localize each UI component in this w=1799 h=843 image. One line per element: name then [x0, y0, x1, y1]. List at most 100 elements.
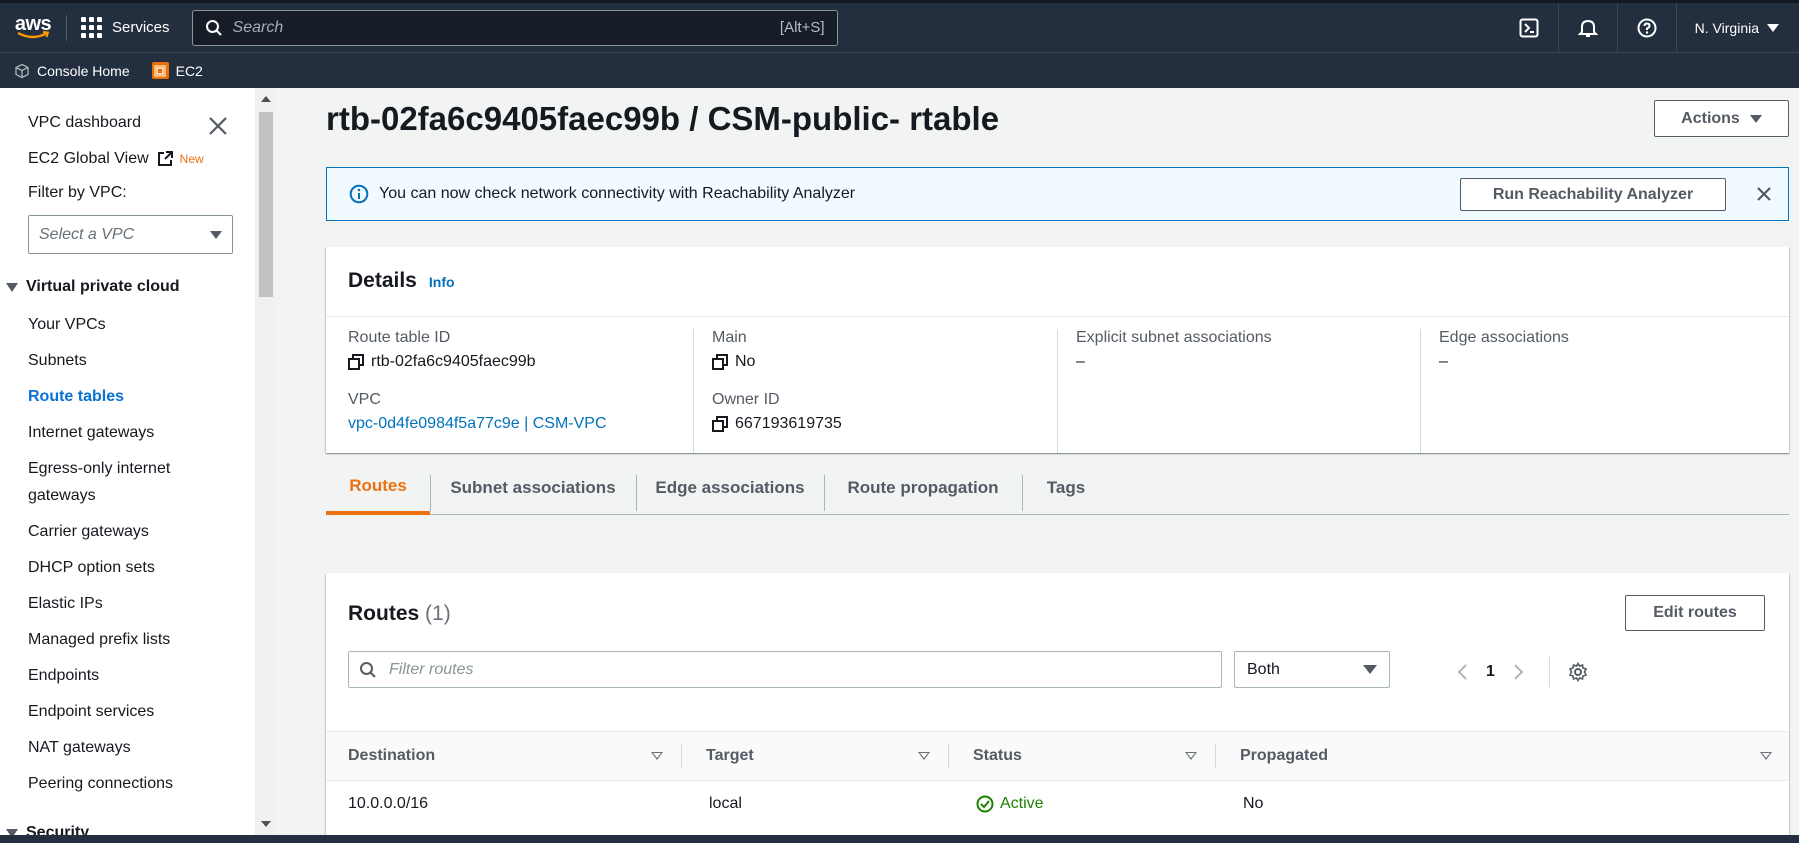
- sidebar-item-egress-only-gateways-line2[interactable]: gateways: [28, 487, 96, 505]
- sidebar-item-managed-prefix-lists[interactable]: Managed prefix lists: [28, 631, 170, 649]
- sidebar-item-egress-only-gateways[interactable]: Egress-only internet: [28, 460, 170, 478]
- tab-tags[interactable]: Tags: [1022, 461, 1110, 515]
- aws-logo[interactable]: aws: [12, 11, 54, 45]
- cloudshell-button[interactable]: [1500, 3, 1559, 52]
- run-reachability-analyzer-button[interactable]: Run Reachability Analyzer: [1460, 178, 1726, 211]
- sidebar-item-subnets[interactable]: Subnets: [28, 352, 87, 370]
- explicit-subnet-label: Explicit subnet associations: [1076, 329, 1272, 346]
- grid-icon: [81, 17, 102, 38]
- check-circle-icon: [976, 795, 994, 813]
- tab-subnet-associations[interactable]: Subnet associations: [430, 461, 636, 515]
- routes-table-header: Destination Target Status Propagated: [326, 731, 1789, 781]
- copy-icon[interactable]: [712, 416, 728, 432]
- services-label: Services: [112, 19, 170, 36]
- sort-icon[interactable]: [1760, 752, 1772, 760]
- caret-down-icon: [210, 230, 222, 239]
- bell-icon: [1577, 19, 1598, 37]
- sidebar-item-ec2-global-view[interactable]: EC2 Global View New: [28, 150, 204, 168]
- sidebar-item-endpoints[interactable]: Endpoints: [28, 667, 99, 685]
- section-security[interactable]: Security: [6, 824, 89, 835]
- sidebar-item-your-vpcs[interactable]: Your VPCs: [28, 316, 106, 334]
- edge-associations-label: Edge associations: [1439, 329, 1569, 346]
- scrollbar-thumb[interactable]: [259, 112, 273, 297]
- routes-header: Routes (1): [348, 602, 451, 626]
- sidebar-item-peering-connections[interactable]: Peering connections: [28, 775, 173, 793]
- vpc-filter-select[interactable]: Select a VPC: [28, 215, 233, 254]
- sidebar-item-nat-gateways[interactable]: NAT gateways: [28, 739, 131, 757]
- sidebar-item-endpoint-services[interactable]: Endpoint services: [28, 703, 154, 721]
- cell-target[interactable]: local: [709, 795, 742, 813]
- favorite-console-home[interactable]: Console Home: [14, 63, 130, 79]
- tab-routes[interactable]: Routes: [326, 461, 430, 515]
- region-selector[interactable]: N. Virginia: [1677, 20, 1799, 36]
- propagation-filter-select[interactable]: Both: [1234, 651, 1390, 688]
- notifications-button[interactable]: [1559, 3, 1618, 52]
- smile-icon: [17, 31, 50, 39]
- cell-destination: 10.0.0.0/16: [348, 795, 429, 812]
- sidebar-scrollbar[interactable]: [256, 88, 276, 835]
- pager-divider: [1548, 657, 1550, 687]
- details-header: Details Info: [348, 269, 455, 293]
- sort-icon[interactable]: [651, 752, 663, 760]
- routes-title: Routes: [348, 602, 420, 625]
- edit-routes-button[interactable]: Edit routes: [1625, 595, 1765, 631]
- bottom-bar: [0, 835, 1799, 843]
- help-button[interactable]: [1618, 3, 1677, 52]
- services-menu-button[interactable]: Services: [81, 17, 170, 38]
- caret-down-icon: [1767, 23, 1779, 32]
- gear-icon[interactable]: [1568, 662, 1588, 682]
- favorite-label: Console Home: [37, 62, 130, 79]
- external-link-icon: [157, 151, 173, 166]
- filter-by-vpc-label: Filter by VPC:: [28, 184, 127, 201]
- search-placeholder: Search: [232, 18, 284, 36]
- actions-button[interactable]: Actions: [1654, 100, 1789, 137]
- collapse-icon: [6, 282, 18, 292]
- column-header-target[interactable]: Target: [706, 732, 754, 780]
- vpc-label: VPC: [348, 391, 381, 408]
- cell-status: Active: [976, 795, 1044, 813]
- sidebar-item-carrier-gateways[interactable]: Carrier gateways: [28, 523, 149, 541]
- section-title: Security: [26, 824, 90, 835]
- sidebar-item-elastic-ips[interactable]: Elastic IPs: [28, 595, 103, 613]
- vpc-link[interactable]: vpc-0d4fe0984f5a77c9e | CSM-VPC: [348, 415, 698, 433]
- close-icon[interactable]: [206, 114, 230, 138]
- sidebar-item-dhcp-option-sets[interactable]: DHCP option sets: [28, 559, 155, 577]
- sort-icon[interactable]: [1185, 752, 1197, 760]
- chevron-left-icon[interactable]: [1456, 663, 1468, 681]
- details-title: Details: [348, 269, 417, 292]
- filter-routes-input[interactable]: Filter routes: [348, 651, 1222, 688]
- owner-id-row: 667193619735: [712, 415, 1062, 433]
- copy-icon[interactable]: [348, 354, 364, 370]
- sidebar-item-vpc-dashboard[interactable]: VPC dashboard: [28, 114, 141, 132]
- banner-text: You can now check network connectivity w…: [379, 185, 856, 202]
- sidebar-item-internet-gateways[interactable]: Internet gateways: [28, 424, 154, 442]
- caret-down-icon: [1363, 665, 1377, 674]
- top-right-controls: N. Virginia: [1500, 3, 1799, 52]
- sidebar-item-route-tables[interactable]: Route tables: [28, 388, 124, 406]
- tab-edge-associations[interactable]: Edge associations: [636, 461, 824, 515]
- column-header-propagated[interactable]: Propagated: [1240, 732, 1328, 780]
- tab-route-propagation[interactable]: Route propagation: [824, 461, 1022, 515]
- sort-icon[interactable]: [918, 752, 930, 760]
- search-shortcut: [Alt+S]: [779, 19, 825, 36]
- nav-divider: [66, 14, 67, 41]
- column-header-status[interactable]: Status: [973, 732, 1022, 780]
- favorite-label: EC2: [175, 62, 203, 79]
- close-icon[interactable]: [1755, 185, 1773, 203]
- favorite-ec2[interactable]: EC2: [151, 62, 203, 79]
- column-header-destination[interactable]: Destination: [348, 732, 435, 780]
- divider: [326, 316, 1789, 317]
- page-number[interactable]: 1: [1486, 663, 1495, 681]
- info-link[interactable]: Info: [429, 274, 455, 290]
- scroll-up-icon[interactable]: [261, 96, 271, 102]
- scroll-down-icon[interactable]: [261, 821, 271, 827]
- info-banner: You can now check network connectivity w…: [326, 167, 1789, 221]
- button-label: Edit routes: [1653, 604, 1737, 621]
- column-divider: [693, 329, 694, 453]
- global-search-input[interactable]: Search [Alt+S]: [191, 9, 838, 46]
- section-virtual-private-cloud[interactable]: Virtual private cloud: [6, 278, 180, 296]
- chevron-right-icon[interactable]: [1513, 663, 1525, 681]
- main-label: Main: [712, 329, 747, 346]
- route-table-id-row: rtb-02fa6c9405faec99b: [348, 353, 698, 371]
- copy-icon[interactable]: [712, 354, 728, 370]
